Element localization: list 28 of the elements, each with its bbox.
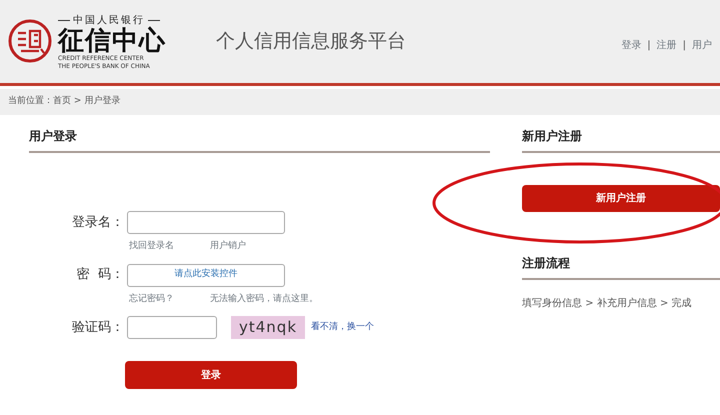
header-link[interactable]: 注册 [656, 38, 677, 53]
help-link[interactable]: 用户销户 [210, 240, 246, 254]
login-button[interactable]: 登录 [125, 361, 297, 389]
platform-title: 个人信用信息服务平台 [216, 29, 406, 54]
panel-title: 新用户注册 [522, 115, 720, 153]
captcha-field[interactable] [127, 316, 217, 339]
link-separator: | [647, 39, 651, 53]
register-button[interactable]: 新用户注册 [522, 185, 720, 212]
header-link[interactable]: 用户 [692, 38, 712, 53]
help-link[interactable]: 忘记密码？ [129, 292, 174, 306]
org-name: 中国人民银行 [73, 14, 145, 26]
help-link[interactable]: 无法输入密码，请点这里。 [210, 292, 318, 306]
header-link[interactable]: 登录 [621, 38, 642, 53]
breadcrumb-text: 当前位置：首页 > 用户登录 [0, 89, 720, 115]
password-control[interactable]: 请点此安装控件 [127, 264, 285, 286]
link-separator: | [682, 39, 686, 53]
registration-steps: 填写身份信息 > 补充用户信息 > 完成 [522, 296, 720, 311]
captcha-image: yt4nqk [231, 316, 306, 339]
field-label: 密 码： [76, 266, 124, 284]
refresh-captcha-link[interactable]: 看不清，换一个 [311, 320, 374, 334]
field-label: 登录名： [71, 214, 124, 232]
logo-title: 征信中心 [58, 28, 166, 56]
seal-logo-icon [8, 19, 52, 64]
field-label: 验证码： [71, 318, 124, 337]
username-field[interactable] [127, 211, 285, 234]
panel-title: 用户登录 [29, 115, 490, 153]
help-link[interactable]: 找回登录名 [129, 240, 174, 254]
panel-title: 注册流程 [522, 242, 720, 280]
